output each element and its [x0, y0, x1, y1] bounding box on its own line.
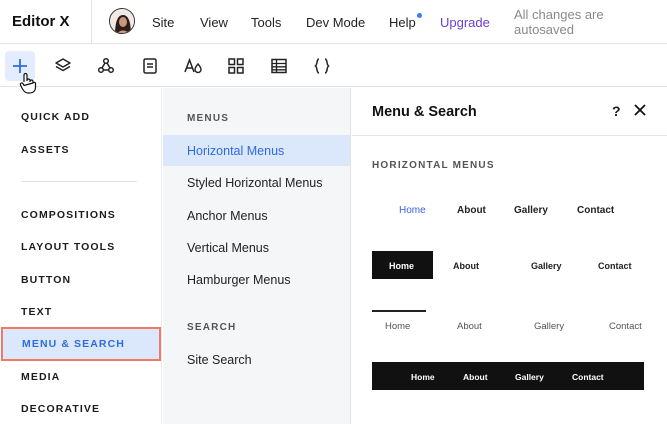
hand-cursor-icon — [19, 72, 37, 94]
typography-icon[interactable] — [178, 51, 208, 81]
menu-site[interactable]: Site — [152, 0, 174, 44]
menu-item-about: About — [463, 372, 488, 382]
upgrade-link[interactable]: Upgrade — [440, 0, 490, 44]
menu-item-contact: Contact — [598, 261, 632, 271]
subcategory-vertical-menus[interactable]: Vertical Menus — [163, 232, 350, 263]
menu-item-about: About — [453, 261, 479, 271]
autosave-status: All changes are autosaved — [514, 7, 604, 37]
menu-view[interactable]: View — [200, 0, 228, 44]
editor-toolbar — [0, 45, 667, 87]
category-assets[interactable]: ASSETS — [0, 134, 162, 166]
panel-header: Menu & Search ? — [352, 88, 667, 136]
preview-panel: Menu & Search ? HORIZONTAL MENUS Home Ab… — [352, 88, 667, 424]
menu-item-home: Home — [399, 205, 426, 216]
close-icon[interactable] — [632, 102, 648, 118]
subcategory-anchor-menus[interactable]: Anchor Menus — [163, 200, 350, 231]
menu-item-home: Home — [385, 321, 411, 332]
menu-item-gallery: Gallery — [534, 321, 565, 332]
search-section-title: SEARCH — [187, 322, 237, 333]
menu-item-gallery: Gallery — [514, 205, 548, 216]
components-icon[interactable] — [91, 51, 121, 81]
menu-item-home: Home — [389, 261, 415, 271]
layers-icon[interactable] — [48, 51, 78, 81]
menu-dev-mode[interactable]: Dev Mode — [306, 0, 365, 44]
code-icon[interactable] — [307, 51, 337, 81]
subcategory-horizontal-menus[interactable]: Horizontal Menus — [163, 135, 350, 166]
menu-item-contact: Contact — [609, 321, 642, 332]
category-divider — [21, 181, 137, 182]
pages-icon[interactable] — [135, 51, 165, 81]
subcategory-styled-horizontal-menus[interactable]: Styled Horizontal Menus — [163, 167, 350, 198]
category-media[interactable]: MEDIA — [0, 361, 162, 393]
help-notification-dot — [417, 13, 422, 18]
apps-icon[interactable] — [221, 51, 251, 81]
menu-item-gallery: Gallery — [531, 261, 562, 271]
category-decorative[interactable]: DECORATIVE — [0, 393, 162, 424]
menu-help[interactable]: Help — [389, 0, 416, 44]
horizontal-menus-title: HORIZONTAL MENUS — [372, 160, 495, 171]
category-compositions[interactable]: COMPOSITIONS — [0, 199, 162, 231]
menu-active-line — [372, 310, 426, 312]
subcategory-hamburger-menus[interactable]: Hamburger Menus — [163, 264, 350, 295]
add-panel-categories: QUICK ADD ASSETS COMPOSITIONS LAYOUT TOO… — [0, 88, 162, 424]
menu-item-home: Home — [411, 372, 435, 382]
menu-item-contact: Contact — [577, 205, 615, 216]
editor-logo[interactable]: Editor X — [0, 0, 92, 44]
menus-section-title: MENUS — [187, 113, 230, 124]
panel-title: Menu & Search — [372, 104, 477, 120]
menu-item-gallery: Gallery — [515, 372, 544, 382]
category-text[interactable]: TEXT — [0, 296, 162, 328]
menu-item-about: About — [457, 321, 482, 332]
menu-item-about: About — [457, 205, 486, 216]
help-icon[interactable]: ? — [612, 103, 621, 119]
category-quick-add[interactable]: QUICK ADD — [0, 101, 162, 133]
user-avatar[interactable] — [109, 8, 135, 34]
subcategory-site-search[interactable]: Site Search — [163, 344, 350, 375]
menu-item-contact: Contact — [572, 372, 604, 382]
category-layout-tools[interactable]: LAYOUT TOOLS — [0, 231, 162, 263]
category-button[interactable]: BUTTON — [0, 264, 162, 296]
menu-tools[interactable]: Tools — [251, 0, 281, 44]
table-icon[interactable] — [264, 51, 294, 81]
subcategory-list: MENUS Horizontal Menus Styled Horizontal… — [163, 88, 351, 424]
category-menu-search[interactable]: MENU & SEARCH — [1, 327, 161, 361]
